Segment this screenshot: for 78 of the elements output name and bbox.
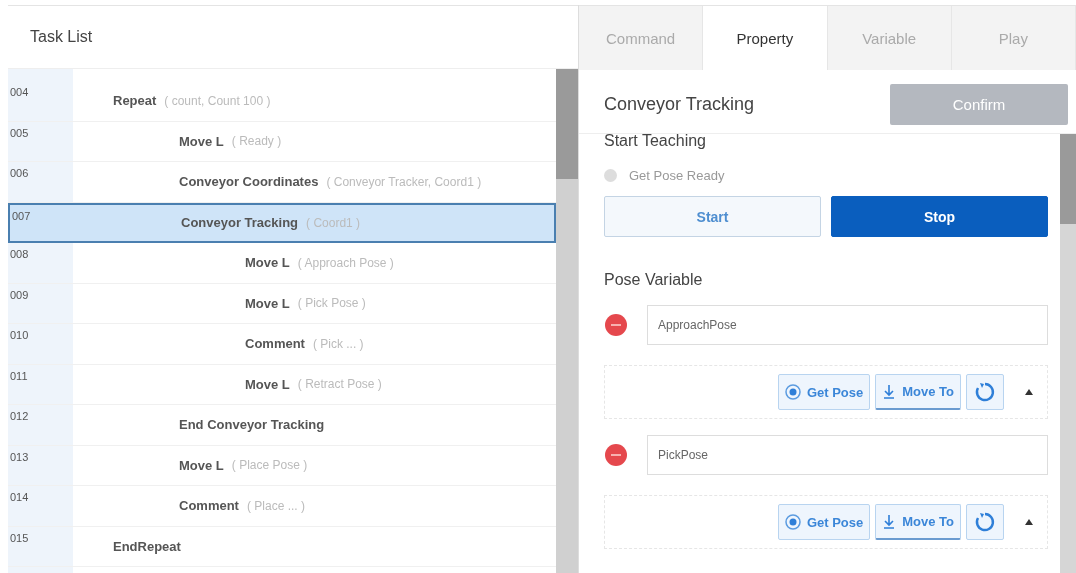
panel-title: Task List xyxy=(30,28,93,46)
remove-button[interactable] xyxy=(604,313,628,337)
command-args: ( Pick ... ) xyxy=(312,336,364,351)
download-icon xyxy=(882,383,897,400)
command-name: Move L xyxy=(245,255,290,271)
task-row[interactable]: 009 Move L ( Pick Pose ) xyxy=(8,283,556,324)
radio-label: Get Pose Ready xyxy=(629,168,725,183)
refresh-button[interactable] xyxy=(966,374,1004,410)
line-number: 012 xyxy=(9,409,30,422)
scrollbar[interactable] xyxy=(556,69,578,573)
line-number: 006 xyxy=(9,166,30,179)
command-name: Move L xyxy=(179,133,224,149)
command-args: ( Conveyor Tracker, Coord1 ) xyxy=(326,174,482,189)
command-name: Move L xyxy=(245,295,290,311)
move-to-button[interactable]: Move To xyxy=(875,504,961,540)
line-number: 008 xyxy=(9,247,30,260)
caret-icon[interactable] xyxy=(1025,519,1033,525)
command-name: Move L xyxy=(179,457,224,473)
command-name: EndRepeat xyxy=(113,538,181,554)
line-number: 007 xyxy=(11,208,32,222)
task-row[interactable]: 006 Conveyor Coordinates ( Conveyor Tracker, Coord1 ) xyxy=(8,162,556,203)
task-row[interactable]: 008 Move L ( Approach Pose ) xyxy=(8,243,556,284)
line-number: 013 xyxy=(9,449,30,463)
command-name: Comment xyxy=(179,498,239,514)
line-number: 014 xyxy=(9,490,30,503)
get-pose-button[interactable]: Get Pose xyxy=(777,374,871,410)
line-number: 005 xyxy=(9,125,30,139)
command-args: ( Place Pose ) xyxy=(231,458,308,473)
target-icon xyxy=(784,384,801,400)
minus-icon xyxy=(604,443,628,467)
property-title: Conveyor Tracking xyxy=(604,94,755,115)
stop-button[interactable]: Stop xyxy=(831,196,1048,237)
command-name: End Conveyor Tracking xyxy=(179,417,325,433)
section-title: Pose Variable xyxy=(604,271,704,289)
pose-name-field[interactable]: ApproachPose xyxy=(647,305,1048,345)
command-name: Move L xyxy=(245,376,290,392)
scroll-thumb[interactable] xyxy=(556,69,578,179)
line-number: 004 xyxy=(9,85,30,98)
scroll-thumb[interactable] xyxy=(1060,134,1076,224)
command-args: ( Retract Pose ) xyxy=(297,377,382,392)
minus-icon xyxy=(604,313,628,337)
command-args: ( count, Count 100 ) xyxy=(164,93,271,108)
task-row[interactable]: 011 Move L ( Retract Pose ) xyxy=(8,364,556,405)
command-name: Repeat xyxy=(113,93,157,109)
line-number: 010 xyxy=(9,328,30,341)
task-row[interactable]: 015 EndRepeat xyxy=(8,526,556,567)
target-icon xyxy=(784,514,801,530)
refresh-icon xyxy=(974,511,996,533)
pose-name-field[interactable]: PickPose xyxy=(647,435,1048,475)
remove-button[interactable] xyxy=(604,443,628,467)
refresh-button[interactable] xyxy=(966,504,1004,540)
line-number: 009 xyxy=(9,287,30,301)
start-button[interactable]: Start xyxy=(604,196,821,237)
command-args: ( Place ... ) xyxy=(246,498,305,513)
task-row[interactable]: 004 Repeat ( count, Count 100 ) xyxy=(8,81,556,122)
download-icon xyxy=(882,513,897,530)
command-name: Conveyor Tracking xyxy=(181,215,299,231)
radio-button[interactable] xyxy=(604,169,617,182)
scrollbar[interactable] xyxy=(1060,134,1076,573)
line-number: 011 xyxy=(9,368,29,382)
refresh-icon xyxy=(974,381,996,403)
task-row[interactable]: 007 Conveyor Tracking ( Coord1 ) xyxy=(8,202,556,243)
task-row[interactable]: 012 End Conveyor Tracking xyxy=(8,405,556,446)
caret-icon[interactable] xyxy=(1025,389,1033,395)
command-args: ( Approach Pose ) xyxy=(297,255,394,270)
task-row[interactable]: 005 Move L ( Ready ) xyxy=(8,121,556,162)
command-args: ( Pick Pose ) xyxy=(297,296,366,311)
move-to-button[interactable]: Move To xyxy=(875,374,961,410)
task-row[interactable]: 013 Move L ( Place Pose ) xyxy=(8,445,556,486)
get-pose-button[interactable]: Get Pose xyxy=(777,504,871,540)
task-row[interactable]: 014 Comment ( Place ... ) xyxy=(8,486,556,527)
command-args: ( Coord1 ) xyxy=(306,215,361,230)
section-title: Start Teaching xyxy=(604,134,707,151)
command-name: Conveyor Coordinates xyxy=(179,174,319,190)
command-args: ( Ready ) xyxy=(231,134,282,149)
task-row[interactable]: 010 Comment ( Pick ... ) xyxy=(8,324,556,365)
command-name: Comment xyxy=(245,336,305,352)
line-number: 015 xyxy=(9,530,30,544)
